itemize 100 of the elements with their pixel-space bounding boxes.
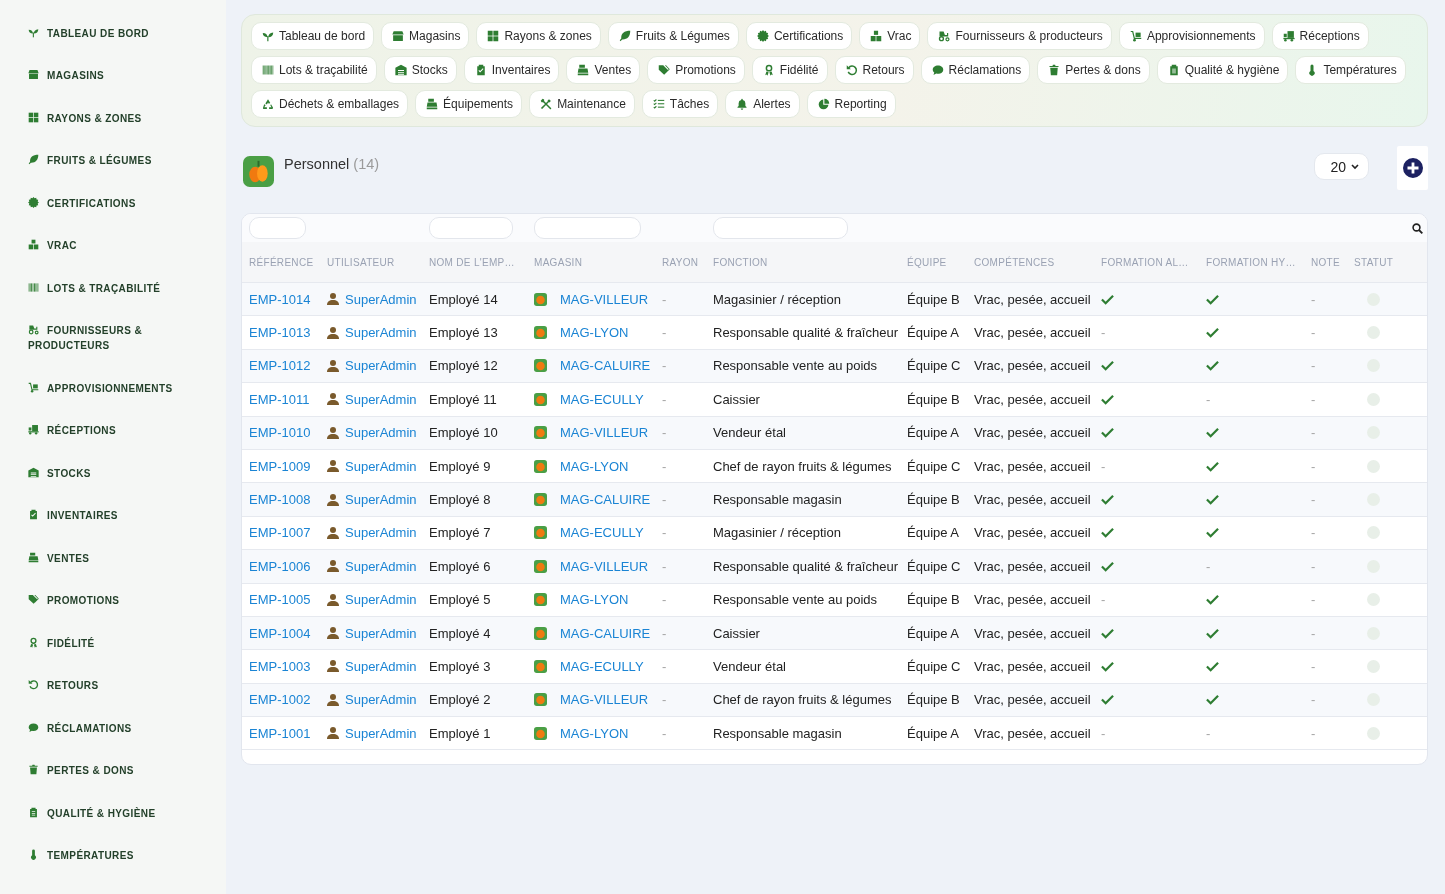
sidebar-link[interactable]: VENTES xyxy=(28,537,188,580)
nav-button[interactable]: Températures xyxy=(1295,56,1406,84)
store-link[interactable]: MAG-VILLEUR xyxy=(560,692,649,708)
user-icon xyxy=(327,426,339,439)
user-link[interactable]: SuperAdmin xyxy=(345,458,417,474)
nav-button[interactable]: Promotions xyxy=(647,56,745,84)
nav-button[interactable]: Pertes & dons xyxy=(1037,56,1150,84)
sidebar-link[interactable]: RÉCLAMATIONS xyxy=(28,707,188,750)
sidebar-link[interactable]: INVENTAIRES xyxy=(28,494,188,537)
store-link[interactable]: MAG-ECULLY xyxy=(560,391,644,407)
add-button[interactable] xyxy=(1397,146,1428,190)
reference-link[interactable]: EMP-1013 xyxy=(249,325,311,341)
sidebar-link[interactable]: QUALITÉ & HYGIÈNE xyxy=(28,792,188,835)
store-link[interactable]: MAG-ECULLY xyxy=(560,659,644,674)
user-link[interactable]: SuperAdmin xyxy=(345,592,417,608)
store-link[interactable]: MAG-CALUIRE xyxy=(560,358,651,374)
page-size-select[interactable]: 20 xyxy=(1314,153,1369,180)
user-link[interactable]: SuperAdmin xyxy=(345,391,417,407)
reference-link[interactable]: EMP-1009 xyxy=(249,458,311,474)
filter-field[interactable] xyxy=(534,217,641,239)
table-cell: Employé 14 xyxy=(429,291,498,307)
nav-button[interactable]: Stocks xyxy=(383,56,457,84)
nav-button[interactable]: Tableau de bord xyxy=(251,22,375,50)
store-link[interactable]: MAG-LYON xyxy=(560,725,629,741)
user-link[interactable]: SuperAdmin xyxy=(345,291,417,307)
sidebar-link[interactable]: MAGASINS xyxy=(28,54,188,97)
reference-link[interactable]: EMP-1008 xyxy=(249,492,311,508)
nav-button[interactable]: Déchets & emballages xyxy=(251,90,409,118)
sidebar-link[interactable]: FIDÉLITÉ xyxy=(28,622,188,665)
nav-button[interactable]: Tâches xyxy=(641,90,719,118)
store-link[interactable]: MAG-CALUIRE xyxy=(560,492,651,508)
store-link[interactable]: MAG-VILLEUR xyxy=(560,291,649,307)
reference-link[interactable]: EMP-1014 xyxy=(249,291,311,307)
user-icon xyxy=(327,493,339,506)
store-link[interactable]: MAG-VILLEUR xyxy=(560,425,649,441)
filter-field[interactable] xyxy=(429,217,513,239)
sidebar-link[interactable]: FOURNISSEURS & PRODUCTEURS xyxy=(28,309,188,367)
sidebar-link[interactable]: FRUITS & LÉGUMES xyxy=(28,139,188,182)
reference-link[interactable]: EMP-1011 xyxy=(249,391,310,407)
nav-button[interactable]: Alertes xyxy=(725,90,800,118)
sidebar-link[interactable]: APPROVISIONNEMENTS xyxy=(28,367,188,410)
sidebar-link[interactable]: CERTIFICATIONS xyxy=(28,182,188,225)
nav-button[interactable]: Fournisseurs & producteurs xyxy=(927,22,1112,50)
store-link[interactable]: MAG-LYON xyxy=(560,325,629,341)
sidebar-link[interactable]: RÉCEPTIONS xyxy=(28,409,188,452)
reference-link[interactable]: EMP-1002 xyxy=(249,692,311,708)
sidebar-link[interactable]: RAYONS & ZONES xyxy=(28,97,188,140)
user-link[interactable]: SuperAdmin xyxy=(345,558,417,574)
reference-link[interactable]: EMP-1010 xyxy=(249,425,311,441)
nav-button[interactable]: Retours xyxy=(834,56,914,84)
filter-field[interactable] xyxy=(249,217,306,239)
nav-button[interactable]: Fruits & Légumes xyxy=(607,22,739,50)
user-link[interactable]: SuperAdmin xyxy=(345,692,417,708)
sidebar-link[interactable]: PERTES & DONS xyxy=(28,749,188,792)
store-link[interactable]: MAG-LYON xyxy=(560,592,629,608)
sidebar-link[interactable]: TABLEAU DE BORD xyxy=(28,12,188,55)
store-link[interactable]: MAG-ECULLY xyxy=(560,525,644,541)
nav-button[interactable]: Magasins xyxy=(381,22,470,50)
reference-link[interactable]: EMP-1005 xyxy=(249,592,311,608)
sidebar-link[interactable]: VRAC xyxy=(28,224,188,267)
user-link[interactable]: SuperAdmin xyxy=(345,725,417,741)
nav-button[interactable]: Inventaires xyxy=(463,56,560,84)
nav-button[interactable]: Qualité & hygiène xyxy=(1156,56,1289,84)
reference-link[interactable]: EMP-1012 xyxy=(249,358,311,374)
user-link[interactable]: SuperAdmin xyxy=(345,325,417,341)
nav-button[interactable]: Fidélité xyxy=(751,56,828,84)
nav-button[interactable]: Équipements xyxy=(415,90,523,118)
store-link[interactable]: MAG-LYON xyxy=(560,458,629,474)
nav-button[interactable]: Reporting xyxy=(806,90,896,118)
table-cell: Équipe C xyxy=(907,558,961,574)
store-link[interactable]: MAG-CALUIRE xyxy=(560,625,651,641)
reference-link[interactable]: EMP-1001 xyxy=(249,725,311,741)
nav-button[interactable]: Réclamations xyxy=(920,56,1031,84)
reference-link[interactable]: EMP-1004 xyxy=(249,625,311,641)
nav-button[interactable]: Ventes xyxy=(566,56,641,84)
cash-register-icon xyxy=(426,98,439,110)
nav-button[interactable]: Vrac xyxy=(859,22,921,50)
reference-link[interactable]: EMP-1007 xyxy=(249,525,311,541)
nav-button[interactable]: Réceptions xyxy=(1271,22,1369,50)
nav-button[interactable]: Maintenance xyxy=(529,90,635,118)
nav-button[interactable]: Certifications xyxy=(745,22,853,50)
user-link[interactable]: SuperAdmin xyxy=(345,659,417,674)
reference-link[interactable]: EMP-1003 xyxy=(249,659,311,674)
sidebar-link[interactable]: LOTS & TRAÇABILITÉ xyxy=(28,267,188,310)
sidebar-link[interactable]: TEMPÉRATURES xyxy=(28,834,188,877)
user-link[interactable]: SuperAdmin xyxy=(345,358,417,374)
user-link[interactable]: SuperAdmin xyxy=(345,425,417,441)
user-link[interactable]: SuperAdmin xyxy=(345,525,417,541)
sidebar-link[interactable]: PROMOTIONS xyxy=(28,579,188,622)
search-icon[interactable] xyxy=(1412,222,1423,234)
nav-button[interactable]: Lots & traçabilité xyxy=(251,56,377,84)
reference-link[interactable]: EMP-1006 xyxy=(249,558,311,574)
user-link[interactable]: SuperAdmin xyxy=(345,492,417,508)
filter-field[interactable] xyxy=(713,217,848,239)
store-link[interactable]: MAG-VILLEUR xyxy=(560,558,649,574)
nav-button[interactable]: Rayons & zones xyxy=(476,22,601,50)
sidebar-link[interactable]: STOCKS xyxy=(28,452,188,495)
nav-button[interactable]: Approvisionnements xyxy=(1118,22,1265,50)
sidebar-link[interactable]: RETOURS xyxy=(28,664,188,707)
user-link[interactable]: SuperAdmin xyxy=(345,625,417,641)
